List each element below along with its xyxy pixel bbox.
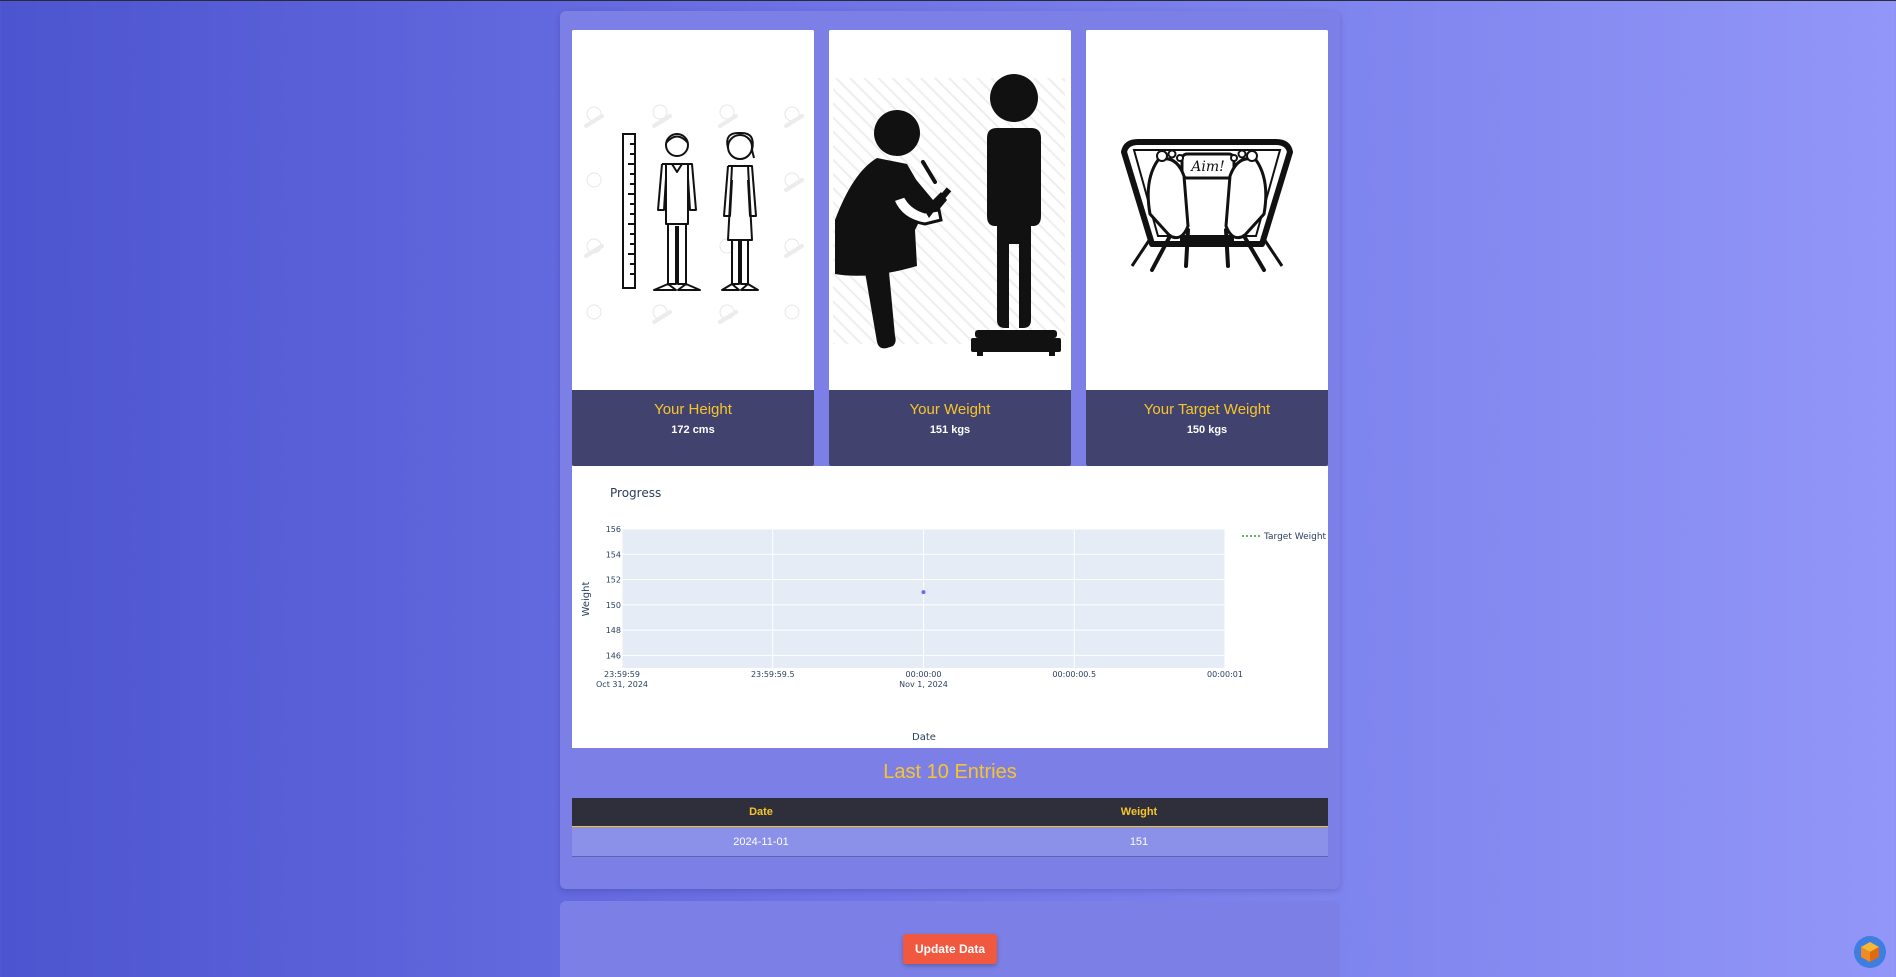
y-tick-label: 146 — [606, 651, 621, 660]
data-point[interactable] — [921, 590, 926, 595]
stat-cards: Your Height 172 cms Your Weight 151 kgs … — [572, 30, 1328, 466]
target-weight-caption: Your Target Weight 150 kgs — [1086, 390, 1328, 466]
weight-caption: Your Weight 151 kgs — [829, 390, 1071, 466]
y-axis-label: Weight — [581, 582, 592, 617]
weighing-person-icon — [829, 30, 1071, 390]
chart-legend[interactable]: Target Weight — [1242, 532, 1327, 542]
height-title: Your Height — [654, 401, 732, 418]
row-weight: 151 — [1129, 836, 1149, 848]
y-tick-label: 152 — [606, 576, 621, 585]
x-axis-ticks: 23:59:59Oct 31, 2024 23:59:59.5 00:00:00No… — [596, 670, 1243, 689]
y-tick-label: 150 — [606, 601, 621, 610]
top-border — [0, 0, 1896, 1]
update-panel: Update Data — [560, 901, 1340, 977]
scale-display-text: Aim! — [1189, 159, 1225, 175]
table-row: 2024-11-01 151 — [572, 827, 1328, 857]
legend-label: Target Weight — [1263, 532, 1327, 542]
data-points — [921, 590, 926, 595]
x-tick-label: 00:00:01 — [1207, 670, 1243, 679]
row-date: 2024-11-01 — [733, 836, 789, 848]
target-weight-value: 150 kgs — [1186, 424, 1228, 436]
progress-chart[interactable]: Progress 156 154 152 150 148 146 23:59:59 Oct … — [572, 466, 1328, 748]
y-axis-ticks: 156 154 152 150 148 146 — [606, 525, 621, 660]
x-tick-date-label: Oct 31, 2024 — [596, 680, 648, 689]
weight-card: Your Weight 151 kgs — [829, 30, 1071, 466]
target-weight-card: Aim! Your Target Weight 150 kgs — [1086, 30, 1328, 466]
weight-title: Your Weight — [909, 401, 991, 418]
x-tick-label: 00:00:00 — [906, 670, 942, 679]
height-measure-icon — [572, 30, 814, 390]
x-tick-label: 00:00:00.5 — [1052, 670, 1096, 679]
table-header: Date Weight — [572, 798, 1328, 827]
height-card: Your Height 172 cms — [572, 30, 814, 466]
dashboard-panel: Your Height 172 cms Your Weight 151 kgs … — [560, 11, 1340, 889]
weight-value: 151 kgs — [929, 424, 971, 436]
entries-table: Date Weight 2024-11-01 151 — [572, 798, 1328, 857]
extension-cube-icon[interactable] — [1854, 936, 1886, 968]
y-tick-label: 148 — [606, 626, 621, 635]
x-tick-label: 23:59:59.5 — [751, 670, 795, 679]
x-axis-label: Date — [912, 732, 936, 743]
header-weight: Weight — [1120, 806, 1158, 818]
bathroom-scale-icon: Aim! — [1086, 30, 1328, 390]
target-weight-title: Your Target Weight — [1143, 401, 1271, 418]
chart-title: Progress — [610, 486, 661, 500]
y-tick-label: 154 — [606, 550, 621, 559]
entries-title: Last 10 Entries — [883, 761, 1017, 783]
y-tick-label: 156 — [606, 525, 621, 534]
header-date: Date — [749, 806, 773, 818]
height-value: 172 cms — [671, 424, 715, 436]
update-data-button[interactable]: Update Data — [903, 934, 997, 964]
height-caption: Your Height 172 cms — [572, 390, 814, 466]
x-tick-label: 23:59:59 — [604, 670, 640, 679]
x-tick-date-label: Nov 1, 2024 — [899, 680, 948, 689]
